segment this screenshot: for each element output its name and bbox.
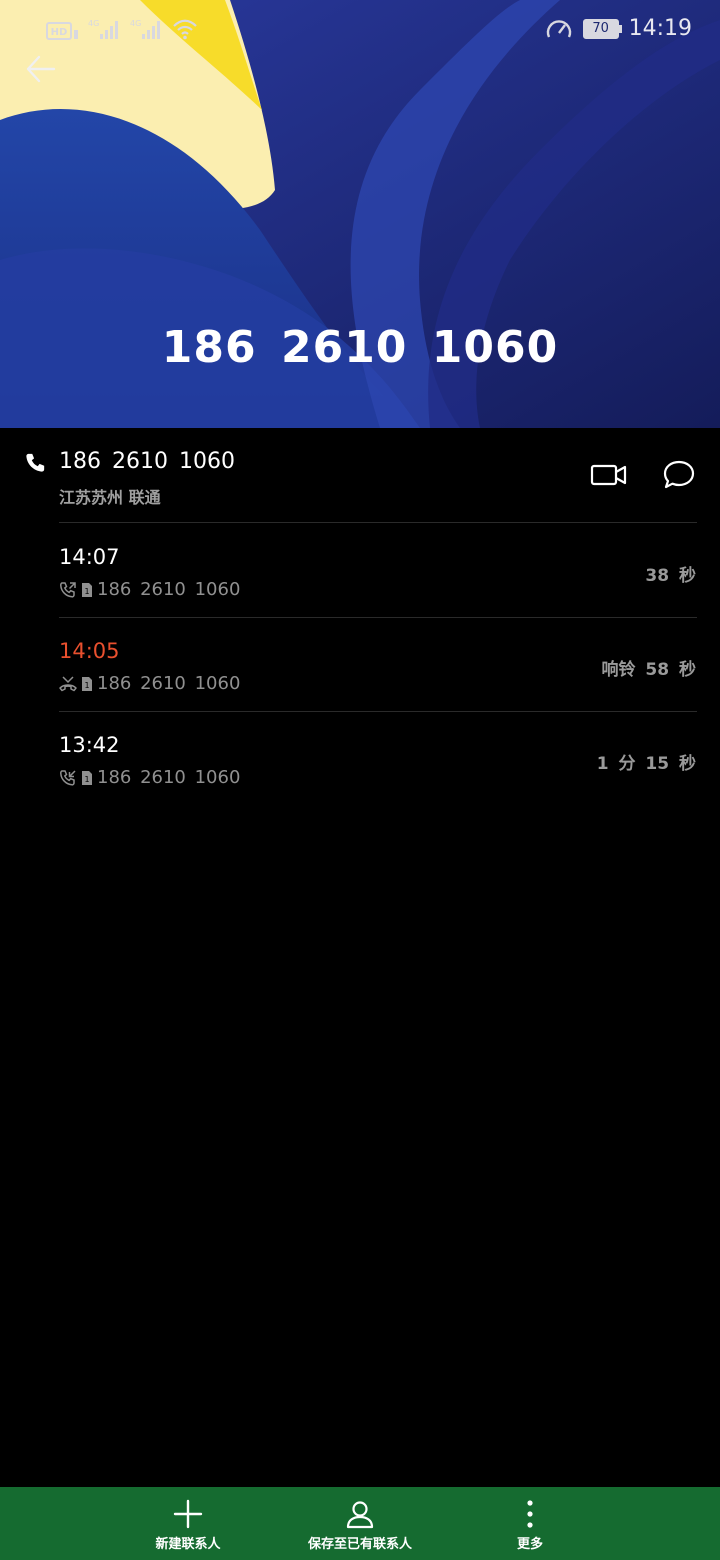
- call-duration: 1 分 15 秒: [596, 754, 696, 774]
- call-number: 186 2610 1060: [97, 579, 241, 600]
- contact-number-row[interactable]: 186 2610 1060 江苏苏州 联通: [0, 428, 720, 524]
- new-contact-label: 新建联系人: [155, 1537, 221, 1552]
- sim-card-icon: 1: [82, 582, 92, 597]
- new-contact-button[interactable]: 新建联系人: [128, 1487, 248, 1560]
- status-bar: HD 4G 4G 70 14:19: [0, 0, 720, 60]
- more-vertical-icon: [527, 1500, 533, 1528]
- call-details: 1 186 2610 1060: [59, 767, 240, 788]
- svg-text:4G: 4G: [88, 19, 99, 28]
- call-log-item[interactable]: 14:07 1 186 2610 1060 38 秒: [0, 523, 720, 617]
- battery-indicator: 70: [582, 18, 622, 39]
- call-number: 186 2610 1060: [97, 767, 241, 788]
- save-to-existing-contact-button[interactable]: 保存至已有联系人: [290, 1487, 430, 1560]
- call-log-item[interactable]: 14:05 1 186 2610 1060 响铃 58 秒: [0, 617, 720, 711]
- speedometer-icon: [546, 19, 571, 37]
- header-phone-number: 186 2610 1060: [161, 322, 559, 373]
- wifi-icon: [173, 19, 197, 40]
- more-button[interactable]: 更多: [490, 1487, 570, 1560]
- person-icon: [346, 1501, 374, 1529]
- svg-text:1: 1: [84, 775, 89, 784]
- back-arrow-icon[interactable]: [24, 52, 58, 86]
- 4g-signal-icon: 4G: [88, 19, 118, 39]
- call-details: 1 186 2610 1060: [59, 579, 240, 600]
- contact-location: 江苏苏州 联通: [59, 488, 161, 507]
- call-time: 14:07: [59, 545, 120, 569]
- svg-text:4G: 4G: [130, 19, 141, 28]
- call-log-item[interactable]: 13:42 1 186 2610 1060 1 分 15 秒: [0, 711, 720, 805]
- plus-icon: [173, 1499, 203, 1529]
- incoming-call-icon: [60, 769, 76, 786]
- call-details: 1 186 2610 1060: [59, 673, 240, 694]
- call-duration: 响铃 58 秒: [601, 660, 697, 680]
- bottom-action-bar: 新建联系人 保存至已有联系人 更多: [0, 1487, 720, 1560]
- header-banner: HD 4G 4G 70 14:19 186 2610 1060: [0, 0, 720, 428]
- svg-text:HD: HD: [51, 27, 68, 38]
- outgoing-call-icon: [60, 581, 76, 598]
- phone-icon: [26, 453, 45, 472]
- 4g-signal-icon: 4G: [130, 19, 160, 39]
- sim-card-icon: 1: [82, 676, 92, 691]
- call-time: 14:05: [59, 639, 120, 663]
- status-time: 14:19: [628, 16, 692, 41]
- call-time: 13:42: [59, 733, 120, 757]
- message-icon[interactable]: [662, 459, 696, 491]
- video-call-icon[interactable]: [590, 462, 628, 488]
- svg-text:1: 1: [84, 587, 89, 596]
- more-label: 更多: [516, 1537, 543, 1552]
- call-duration: 38 秒: [645, 566, 696, 586]
- contact-number: 186 2610 1060: [59, 449, 235, 474]
- svg-text:1: 1: [84, 681, 89, 690]
- call-number: 186 2610 1060: [97, 673, 241, 694]
- sim-card-icon: 1: [82, 770, 92, 785]
- hd-icon: HD: [46, 22, 78, 40]
- missed-call-icon: [59, 675, 77, 691]
- status-right: 70 14:19: [545, 16, 692, 41]
- status-left-icons: HD 4G 4G: [46, 18, 198, 40]
- save-to-existing-label: 保存至已有联系人: [307, 1537, 412, 1552]
